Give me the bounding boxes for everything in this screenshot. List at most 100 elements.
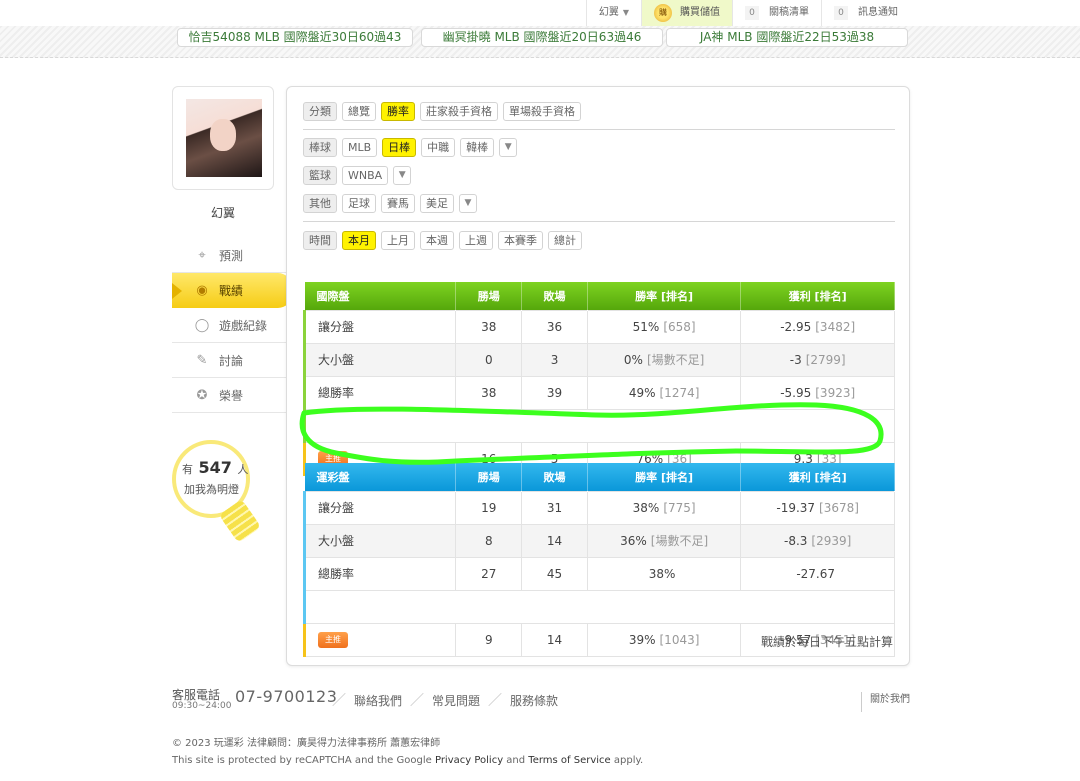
filter-label: 棒球 (303, 138, 337, 157)
marquee-item[interactable]: 恰吉54088 MLB 國際盤近30日60過43 (177, 28, 413, 47)
rate-rank: [1274] (659, 385, 700, 400)
sidebar-item-game-log[interactable]: ◯ 遊戲紀錄 (172, 308, 286, 343)
rate-value: 36% (620, 534, 647, 548)
messages-count: 0 (834, 6, 848, 20)
messages-label: 訊息通知 (858, 7, 898, 18)
marquee-item[interactable]: 幽冥掛曉 MLB 國際盤近20日63過46 (421, 28, 663, 47)
loss-cell: 31 (521, 490, 588, 525)
loss-cell: 14 (521, 622, 588, 657)
filter-option[interactable]: 足球 (342, 194, 376, 213)
column-header: 勝場 (455, 282, 523, 310)
filter-option[interactable]: MLB (342, 138, 378, 157)
marquee-item[interactable]: JA神 MLB 國際盤近22日53過38 (666, 28, 908, 47)
buy-button[interactable]: 購 購買儲值 (641, 0, 732, 26)
username: 幻翼 (210, 206, 235, 220)
footer-link-terms[interactable]: 服務條款 (510, 692, 558, 709)
filter-option[interactable]: 美足 (420, 194, 454, 213)
watchlist-link[interactable]: 0 關稿清單 (732, 0, 821, 26)
sidebar-item-label: 預測 (219, 248, 244, 263)
copyright: © 2023 玩運彩 法律顧問：廣昊得力法律事務所 蕭蕙宏律師 (172, 738, 441, 749)
column-header: 敗場 (521, 463, 588, 491)
fan-bulb[interactable]: 有 547 人 加我為明燈 (172, 440, 262, 545)
footer-link-faq[interactable]: 常見問題 (432, 692, 480, 709)
filter-option-selected[interactable]: 勝率 (381, 102, 415, 121)
filter-label: 分類 (303, 102, 337, 121)
record-icon: ◯ (194, 317, 210, 333)
profit-value: -19.37 (776, 500, 816, 515)
profit-cell: -19.37 [3678] (740, 490, 895, 525)
win-cell: 27 (455, 556, 523, 591)
messages-link[interactable]: 0 訊息通知 (821, 0, 910, 26)
filter-baseball: 棒球 MLB 日棒 中職 韓棒 ▼ (303, 138, 518, 157)
top-menu: 幻翼 ▼ 購 購買儲值 0 關稿清單 0 訊息通知 (585, 0, 910, 26)
rate-cell: 36% [場數不足] (586, 523, 742, 558)
sidebar-item-record[interactable]: ◉ 戰績 (172, 273, 292, 308)
sidebar-item-label: 討論 (219, 353, 244, 368)
chevron-down-icon[interactable]: ▼ (499, 138, 518, 157)
footer-link-contact[interactable]: 聯絡我們 (354, 692, 402, 709)
profit-cell: -8.3 [2939] (740, 523, 895, 558)
avatar[interactable] (186, 99, 262, 177)
column-header: 獲利 [排名] (740, 282, 895, 310)
chevron-down-icon[interactable]: ▼ (459, 194, 477, 213)
filter-option[interactable]: 總覽 (342, 102, 376, 121)
filter-option[interactable]: 本週 (420, 231, 454, 250)
win-cell: 0 (455, 342, 523, 377)
row-name: 讓分盤 (302, 490, 457, 525)
footer-links: ／ 聯絡我們 ／ 常見問題 ／ 服務條款 (332, 690, 558, 710)
divider: ／ (332, 693, 346, 709)
table-row: 讓分盤 19 31 38% [775] -19.37 [3678] (302, 490, 895, 525)
win-cell: 38 (455, 375, 523, 410)
sidebar-item-honor[interactable]: ✪ 榮譽 (172, 378, 286, 413)
sidebar-item-label: 戰績 (219, 284, 244, 298)
filter-option[interactable]: 賽馬 (381, 194, 415, 213)
profit-rank: [2939] (811, 533, 852, 548)
main-pick-tag[interactable]: 主推 (318, 632, 348, 648)
rate-rank: [658] (663, 319, 696, 334)
row-name: 總勝率 (302, 556, 457, 591)
user-menu[interactable]: 幻翼 ▼ (585, 0, 641, 26)
filter-option[interactable]: 上週 (459, 231, 493, 250)
sidebar-item-discussion[interactable]: ✎ 討論 (172, 343, 286, 378)
win-cell: 19 (455, 490, 523, 525)
row-name: 大小盤 (302, 342, 457, 377)
filter-option[interactable]: WNBA (342, 166, 389, 185)
column-header: 國際盤 (304, 282, 457, 310)
sidebar-item-label: 榮譽 (219, 388, 244, 403)
coin-icon: 購 (654, 4, 672, 22)
filter-option[interactable]: 莊家殺手資格 (420, 102, 498, 121)
filter-option[interactable]: 本賽季 (498, 231, 543, 250)
filter-option-selected[interactable]: 日棒 (382, 138, 417, 157)
filter-option-selected[interactable]: 本月 (342, 231, 376, 250)
rate-cell: 38% (586, 556, 742, 591)
filter-option[interactable]: 總計 (548, 231, 582, 250)
filter-option[interactable]: 單場殺手資格 (503, 102, 581, 121)
sidebar-item-predict[interactable]: ⌖ 預測 (172, 238, 286, 273)
win-cell: 8 (455, 523, 523, 558)
column-header: 獲利 [排名] (740, 463, 895, 491)
column-header: 敗場 (521, 282, 588, 310)
filter-category: 分類 總覽 勝率 莊家殺手資格 單場殺手資格 (303, 102, 581, 121)
footer-link-about[interactable]: 關於我們 (861, 692, 910, 712)
fan-count: 547 (198, 458, 232, 477)
filter-option[interactable]: 韓棒 (460, 138, 495, 157)
filter-label: 籃球 (303, 166, 337, 185)
profit-cell: -27.67 (740, 556, 895, 591)
intl-stats-table: 國際盤 勝場 敗場 勝率 [排名] 獲利 [排名] 讓分盤 38 36 51%[… (302, 282, 895, 476)
rate-value: 49% (628, 385, 656, 400)
row-name: 主推 (302, 622, 457, 657)
table-row: 總勝率 27 45 38% -27.67 (302, 556, 895, 591)
chevron-down-icon[interactable]: ▼ (393, 166, 412, 185)
trophy-icon: ◉ (196, 283, 208, 298)
win-cell: 38 (455, 309, 523, 344)
terms-link[interactable]: Terms of Service (528, 755, 610, 766)
filter-option[interactable]: 上月 (381, 231, 415, 250)
rate-value: 39% (628, 632, 656, 647)
fan-caption: 加我為明燈 (184, 483, 239, 496)
table-spacer (303, 408, 895, 443)
row-name: 總勝率 (302, 375, 457, 410)
privacy-link[interactable]: Privacy Policy (435, 755, 503, 766)
filter-basketball: 籃球 WNBA ▼ (303, 166, 412, 185)
table-row: 大小盤 8 14 36% [場數不足] -8.3 [2939] (302, 523, 895, 558)
filter-option[interactable]: 中職 (421, 138, 456, 157)
